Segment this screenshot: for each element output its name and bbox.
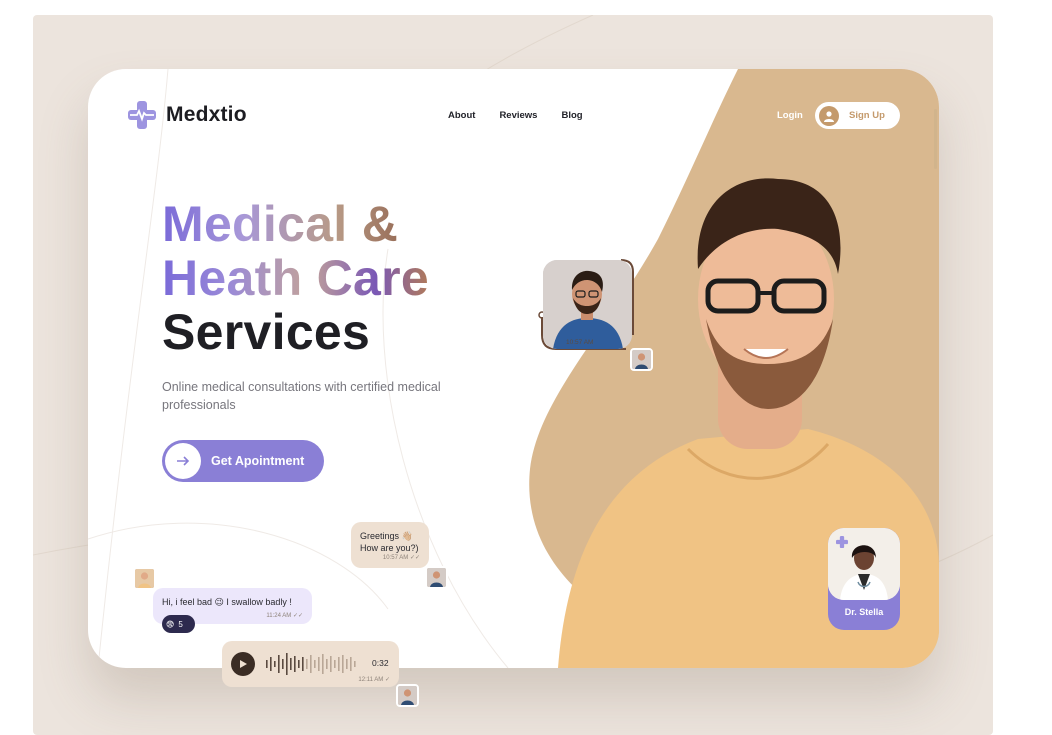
hero-title-line-1: Medical & — [162, 197, 429, 251]
reaction-badge[interactable]: 😨 5 — [162, 615, 195, 633]
get-appointment-button[interactable]: Get Apointment — [162, 440, 324, 482]
double-check-icon: ✓✓ — [409, 555, 420, 561]
video-call-preview[interactable] — [543, 260, 632, 349]
nav-item-about[interactable]: About — [448, 110, 475, 121]
play-icon — [240, 660, 247, 668]
greeting-time: 10:57 AM ✓✓ — [382, 555, 420, 561]
audio-waveform — [266, 653, 356, 675]
doctor-name: Dr. Stella — [844, 607, 884, 617]
nav-item-reviews[interactable]: Reviews — [499, 110, 537, 121]
login-link[interactable]: Login — [777, 110, 803, 121]
hero-title-line-3: Services — [162, 304, 371, 360]
check-icon: ✓ — [384, 677, 390, 683]
patient-message-time: 11:24 AM ✓✓ — [266, 613, 303, 619]
hero-tan-shape — [88, 69, 939, 668]
get-appointment-label: Get Apointment — [211, 454, 305, 468]
arrow-right-icon — [165, 443, 201, 479]
medical-cross-icon — [836, 536, 848, 548]
landing-card: Medxtio About Reviews Blog Login Sign Up… — [88, 69, 939, 668]
sign-up-button[interactable]: Sign Up — [815, 102, 900, 129]
voice-duration: 0:32 — [372, 658, 389, 668]
doctor-card[interactable]: Dr. Stella — [828, 528, 900, 630]
card-scrollbar[interactable] — [934, 109, 937, 169]
doctor-photo — [543, 260, 632, 349]
voice-message-time: 12:11 AM ✓ — [358, 677, 390, 683]
patient-message-text: Hi, i feel bad 😉 I swallow badly ! — [162, 597, 292, 607]
video-call-time: 10:57 AM — [566, 339, 594, 346]
greeting-message: Greetings 👋🏼 How are you?) 10:57 AM ✓✓ — [351, 522, 429, 568]
patient-avatar — [133, 567, 156, 590]
doctor-stella-photo — [828, 528, 900, 600]
play-button[interactable] — [231, 652, 255, 676]
logo[interactable]: Medxtio — [128, 101, 247, 129]
hero-subtitle: Online medical consultations with certif… — [162, 380, 441, 412]
greeting-line-1: Greetings 👋🏼 — [360, 531, 413, 541]
brand-name: Medxtio — [166, 103, 247, 126]
voice-message: 0:32 12:11 AM ✓ — [222, 641, 399, 687]
avatar — [630, 348, 653, 371]
nav-item-blog[interactable]: Blog — [561, 110, 582, 121]
sign-up-label: Sign Up — [849, 110, 885, 121]
main-nav: About Reviews Blog — [448, 110, 583, 121]
avatar — [396, 684, 419, 707]
user-icon — [819, 105, 839, 126]
hero-title-line-2: Heath Care — [162, 250, 429, 306]
double-check-icon: ✓✓ — [292, 613, 303, 619]
hero-title: Medical & Heath Care Services — [162, 197, 429, 359]
reaction-count: 5 — [178, 619, 183, 629]
medical-cross-logo-icon — [128, 101, 156, 129]
reaction-emoji: 😨 — [166, 619, 175, 629]
avatar — [425, 566, 448, 589]
